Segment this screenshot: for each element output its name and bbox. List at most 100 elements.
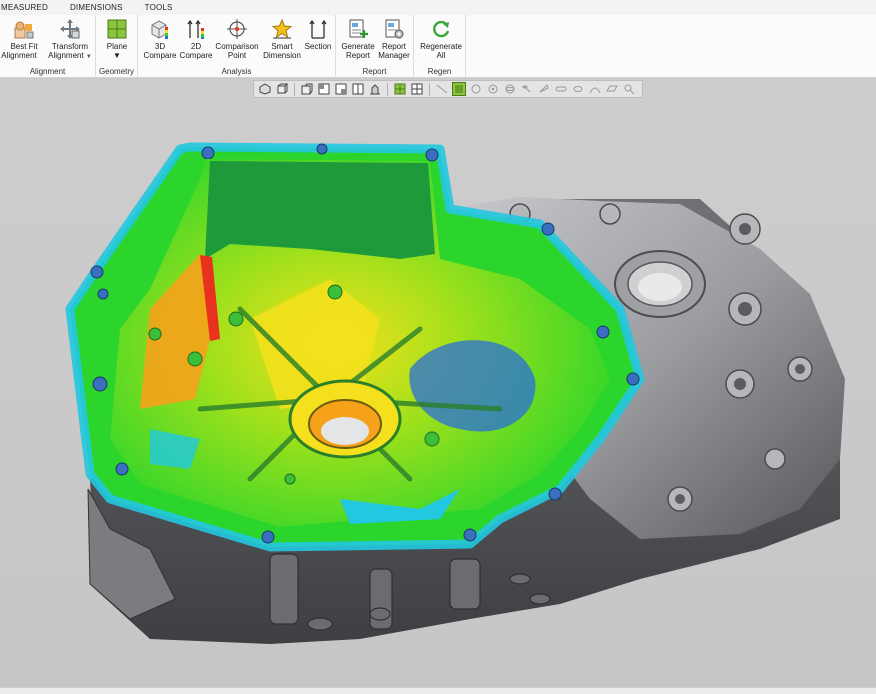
view-iso-icon <box>370 84 380 95</box>
transform-label-2: Alignment ▼ <box>48 51 92 62</box>
circle-tool-button[interactable] <box>469 82 483 96</box>
view-iso-button[interactable] <box>368 82 382 96</box>
comparison-point-button[interactable]: Comparison Point <box>215 17 259 65</box>
ribbon: Best Fit t Alignment Transform Alignment… <box>0 15 876 78</box>
3d-compare-icon <box>151 20 168 39</box>
best-fit-alignment-icon <box>14 21 34 39</box>
cavity-back-wall <box>205 161 435 259</box>
section-button[interactable]: Section <box>298 17 338 65</box>
zoom-fit-button[interactable] <box>300 82 314 96</box>
3d-compare-label: 3D <box>154 42 166 51</box>
slot-tool-button[interactable] <box>554 82 568 96</box>
line-tool-button[interactable] <box>435 82 449 96</box>
plane-label: Plane <box>106 42 128 51</box>
section-icon <box>309 19 327 39</box>
group-label-analysis: Analysis <box>221 67 252 76</box>
menu-tab-dimensions[interactable]: DIMENSIONS <box>59 3 134 12</box>
point-icon <box>488 84 498 94</box>
view-orientation-button[interactable] <box>258 82 272 96</box>
view-front-button[interactable] <box>317 82 331 96</box>
circle-icon <box>471 84 481 94</box>
2d-compare-label: 2D <box>190 42 202 51</box>
generate-report-label: Generate <box>341 42 375 51</box>
2d-compare-label-2: Compare <box>179 51 213 60</box>
regenerate-all-button[interactable]: Regenerate All <box>418 17 464 65</box>
report-manager-label-2: Manager <box>378 51 410 60</box>
generate-report-icon <box>349 19 368 38</box>
chevron-down-icon: ▼ <box>113 51 121 60</box>
group-label-regen: Regen <box>427 67 452 76</box>
display-style-button[interactable] <box>275 82 289 96</box>
split-view-button[interactable] <box>393 82 407 96</box>
group-label-geometry: Geometry <box>98 67 135 76</box>
status-bar <box>0 687 876 694</box>
view-toolbar <box>253 80 643 98</box>
3d-compare-label-2: Compare <box>143 51 177 60</box>
group-label-alignment: Alignment <box>29 67 66 76</box>
best-fit-alignment-button[interactable]: Best Fit t Alignment <box>0 17 44 65</box>
cone-tool-button[interactable] <box>537 82 551 96</box>
menu-tab-measured[interactable]: MEASURED <box>0 3 59 12</box>
section-label: Section <box>304 42 332 51</box>
ribbon-group-report: Generate Report Report Manager Report <box>336 15 414 78</box>
cone-icon <box>539 84 549 93</box>
smart-dimension-icon <box>271 18 293 39</box>
2d-compare-button[interactable]: 2D Compare <box>176 17 216 65</box>
plane-icon <box>107 19 127 39</box>
torus-tool-button[interactable] <box>571 82 585 96</box>
view-top-icon <box>335 83 347 95</box>
transform-label: Transform <box>51 42 89 51</box>
plane-select-button[interactable] <box>452 82 466 96</box>
ribbon-group-regen: Regenerate All Regen <box>414 15 466 78</box>
chevron-down-icon: ▼ <box>85 54 92 60</box>
plane-select-icon <box>455 85 463 93</box>
central-hub-bore <box>321 417 369 445</box>
cube-icon <box>277 83 288 94</box>
toolbar-separator <box>387 82 388 96</box>
view-side-button[interactable] <box>351 82 365 96</box>
report-manager-icon <box>385 19 404 39</box>
line-icon <box>436 84 448 94</box>
view-top-button[interactable] <box>334 82 348 96</box>
best-fit-label-2: t Alignment <box>0 51 37 60</box>
curve-tool-button[interactable] <box>588 82 602 96</box>
comparison-point-label: Comparison <box>215 42 259 51</box>
layout-view-button[interactable] <box>410 82 424 96</box>
transform-label-2-text: Alignment <box>48 51 84 60</box>
generate-report-button[interactable]: Generate Report <box>338 17 378 65</box>
report-manager-label: Report <box>381 42 406 51</box>
menu-tab-tools[interactable]: TOOLS <box>134 3 184 12</box>
curve-icon <box>589 87 601 94</box>
transform-alignment-button[interactable]: Transform Alignment ▼ <box>48 17 92 65</box>
point-tool-button[interactable] <box>486 82 500 96</box>
toolbar-separator <box>429 82 430 96</box>
ribbon-group-analysis: 3D Compare 2D Compare Comparison Point S… <box>138 15 336 78</box>
report-manager-button[interactable]: Report Manager <box>374 17 414 65</box>
best-fit-label: Best Fit <box>10 42 38 51</box>
menu-tab-bar: MEASURED DIMENSIONS TOOLS <box>0 0 876 15</box>
measure-icon <box>624 84 635 95</box>
regenerate-icon <box>433 20 450 38</box>
toolbar-separator <box>294 82 295 96</box>
regenerate-label: Regenerate <box>420 42 462 51</box>
surface-tool-button[interactable] <box>605 82 619 96</box>
cylinder-tool-button[interactable] <box>520 82 534 96</box>
torus-icon <box>573 86 583 92</box>
transform-alignment-icon <box>60 19 80 39</box>
deviation-color-map-model[interactable] <box>0 79 876 687</box>
group-label-report: Report <box>362 67 387 76</box>
comparison-point-icon <box>227 19 247 39</box>
sphere-tool-button[interactable] <box>503 82 517 96</box>
view-orientation-icon <box>259 83 271 95</box>
regenerate-label-2: All <box>436 51 446 60</box>
view-front-icon <box>318 83 330 95</box>
ribbon-group-alignment: Best Fit t Alignment Transform Alignment… <box>0 15 96 78</box>
split-view-icon <box>394 83 406 95</box>
measure-tool-button[interactable] <box>622 82 636 96</box>
plane-button[interactable]: Plane ▼ <box>97 17 137 65</box>
3d-compare-button[interactable]: 3D Compare <box>140 17 180 65</box>
zoom-fit-icon <box>301 83 313 95</box>
2d-compare-icon <box>187 19 204 39</box>
comparison-point-label-2: Point <box>227 51 247 60</box>
layout-view-icon <box>411 83 423 95</box>
